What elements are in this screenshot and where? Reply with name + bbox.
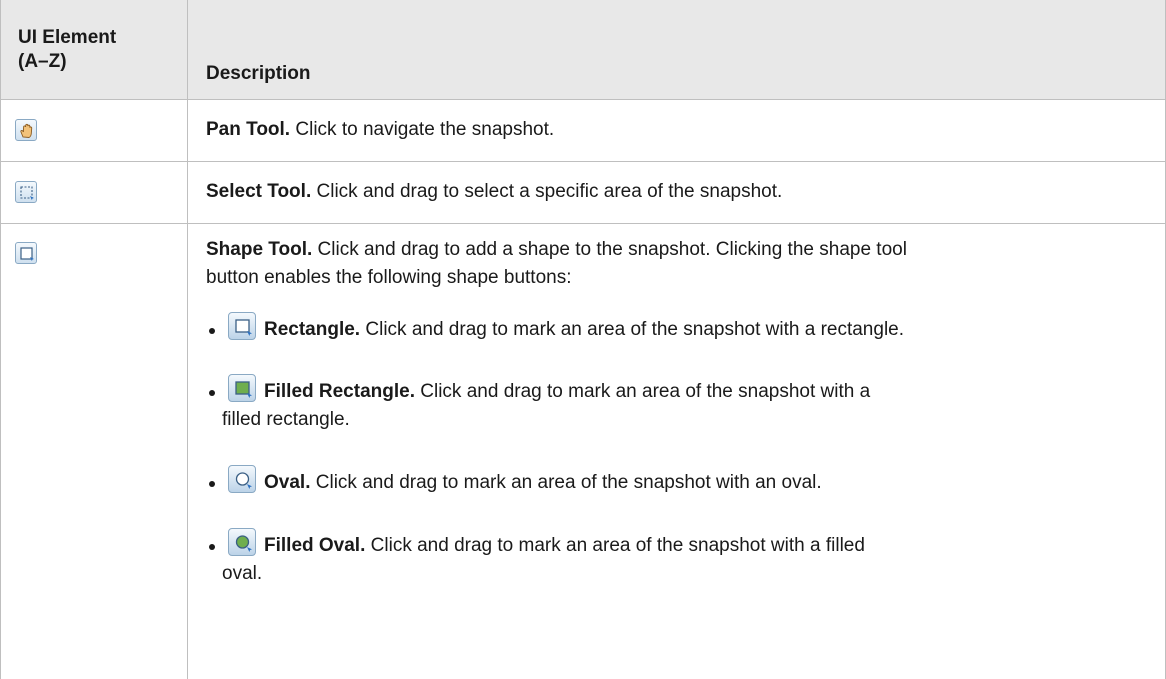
filled-oval-icon: [228, 528, 256, 556]
header-ui-element-line2: (A–Z): [18, 51, 67, 72]
select-tool-icon: [15, 181, 37, 203]
header-description: Description: [206, 63, 311, 84]
pan-tool-title: Pan Tool.: [206, 119, 291, 140]
filled-rectangle-text: Click and drag to mark an area of the sn…: [420, 381, 871, 402]
filled-rectangle-icon: [228, 374, 256, 402]
select-tool-description: Select Tool. Click and drag to select a …: [206, 178, 1151, 206]
pan-hand-icon: [15, 119, 37, 141]
oval-icon: [228, 465, 256, 493]
filled-rectangle-title: Filled Rectangle.: [264, 381, 415, 402]
filled-oval-text-cont: oval.: [222, 563, 263, 584]
ui-elements-table: UI Element (A–Z) Description Pan Tool. C…: [0, 0, 1166, 679]
pan-tool-text: Click to navigate the snapshot.: [295, 119, 555, 140]
filled-oval-title: Filled Oval.: [264, 535, 366, 556]
table-row: Shape Tool. Click and drag to add a shap…: [0, 224, 1166, 679]
shape-tool-description: Shape Tool. Click and drag to add a shap…: [206, 236, 1151, 292]
filled-oval-description: Filled Oval. Click and drag to mark an a…: [264, 532, 1154, 560]
table-row: Select Tool. Click and drag to select a …: [0, 162, 1166, 224]
bullet-dot: [209, 481, 215, 487]
header-ui-element-line1: UI Element: [18, 27, 117, 48]
rectangle-description: Rectangle. Click and drag to mark an are…: [264, 316, 1154, 344]
column-divider: [187, 0, 188, 679]
bullet-dot: [209, 544, 215, 550]
bullet-dot: [209, 390, 215, 396]
oval-description: Oval. Click and drag to mark an area of …: [264, 469, 1154, 497]
select-tool-title: Select Tool.: [206, 181, 312, 202]
pan-tool-description: Pan Tool. Click to navigate the snapshot…: [206, 116, 1151, 144]
shape-tool-icon: [15, 242, 37, 264]
table-left-border: [0, 0, 1, 679]
rectangle-text: Click and drag to mark an area of the sn…: [365, 319, 905, 340]
select-tool-text: Click and drag to select a specific area…: [316, 181, 783, 202]
filled-rectangle-text-cont: filled rectangle.: [222, 409, 350, 430]
shape-tool-title: Shape Tool.: [206, 239, 313, 260]
filled-rectangle-description: Filled Rectangle. Click and drag to mark…: [264, 378, 1154, 406]
shape-tool-text-line2: button enables the following shape butto…: [206, 267, 572, 288]
oval-title: Oval.: [264, 472, 311, 493]
rectangle-icon: [228, 312, 256, 340]
shape-tool-text-line1: Click and drag to add a shape to the sna…: [317, 239, 907, 260]
table-header-row: UI Element (A–Z) Description: [0, 0, 1166, 100]
bullet-dot: [209, 328, 215, 334]
rectangle-title: Rectangle.: [264, 319, 361, 340]
filled-oval-text: Click and drag to mark an area of the sn…: [370, 535, 865, 556]
oval-text: Click and drag to mark an area of the sn…: [315, 472, 822, 493]
table-row: Pan Tool. Click to navigate the snapshot…: [0, 100, 1166, 162]
header-ui-element: UI Element (A–Z): [18, 26, 178, 74]
